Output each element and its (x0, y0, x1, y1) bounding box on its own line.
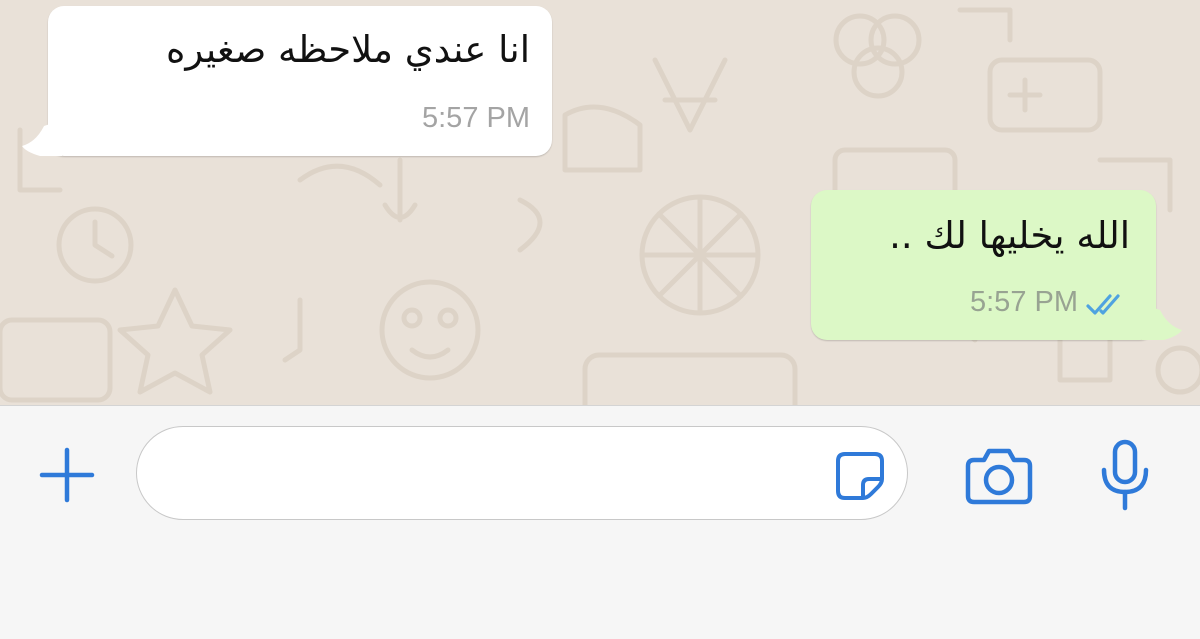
camera-button[interactable] (964, 444, 1034, 506)
incoming-message-bubble[interactable]: انا عندي ملاحظه صغيره 5:57 PM (22, 6, 552, 156)
outgoing-bubble-tail (1142, 304, 1182, 340)
incoming-message-text: انا عندي ملاحظه صغيره (166, 28, 530, 71)
outgoing-message-time: 5:57 PM (970, 286, 1078, 318)
sticker-button[interactable] (833, 449, 887, 503)
message-text-field[interactable] (136, 426, 908, 520)
plus-icon (39, 447, 95, 503)
outgoing-message-bubble[interactable]: الله يخليها لك .. 5:57 PM (811, 190, 1182, 340)
chat-area[interactable]: انا عندي ملاحظه صغيره 5:57 PM الله يخليه… (0, 0, 1200, 405)
camera-icon (965, 448, 1033, 505)
attach-plus-button[interactable] (38, 446, 96, 504)
microphone-icon (1101, 439, 1149, 511)
microphone-button[interactable] (1096, 438, 1154, 512)
message-composer-bar (0, 405, 1200, 639)
outgoing-message-text: الله يخليها لك .. (889, 214, 1130, 257)
read-double-check-icon (1086, 294, 1120, 315)
incoming-message-time: 5:57 PM (422, 102, 530, 134)
incoming-bubble-tail (22, 120, 62, 156)
sticker-icon (836, 452, 884, 500)
message-input[interactable] (165, 445, 809, 501)
